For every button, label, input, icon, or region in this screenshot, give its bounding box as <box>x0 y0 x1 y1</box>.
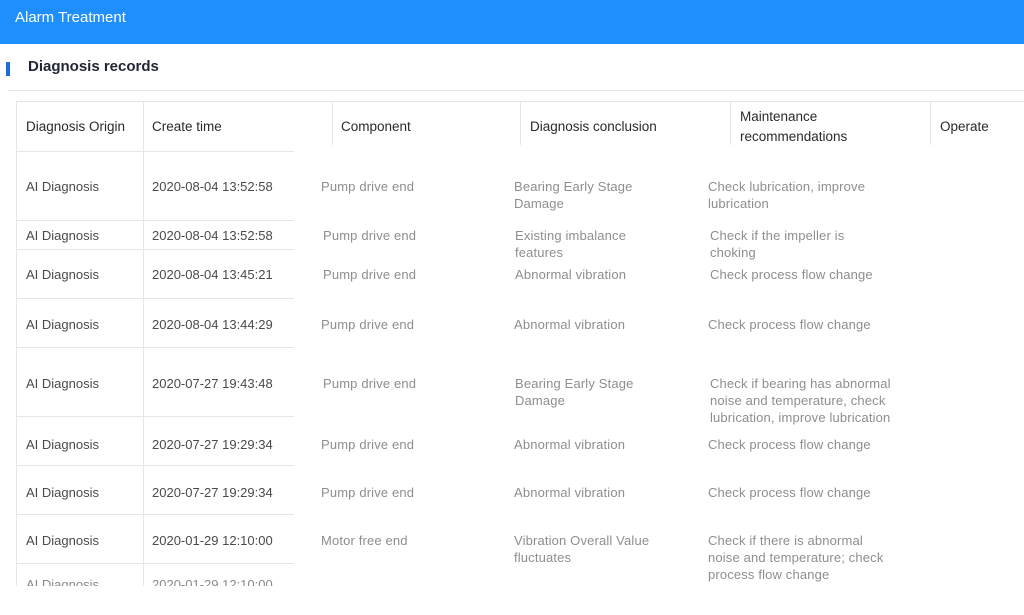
recommendation-cell: Check process flow change <box>708 317 871 332</box>
conclusion-cell: Damage <box>514 196 565 211</box>
component-cell: Pump drive end <box>323 376 417 391</box>
create-time-cell: 2020-07-27 19:29:34 <box>152 437 273 452</box>
create-time-cell: 2020-08-04 13:52:58 <box>152 179 273 194</box>
origin-cell: AI Diagnosis <box>26 267 99 282</box>
recommendation-cell: noise and temperature; check <box>708 550 884 565</box>
component-cell: Pump drive end <box>321 317 415 332</box>
conclusion-cell: Abnormal vibration <box>515 267 627 282</box>
row-divider <box>16 298 294 299</box>
recommendation-cell: lubrication <box>708 196 769 211</box>
recommendation-cell: Check if bearing has abnormal <box>710 376 891 391</box>
create-time-cell: 2020-07-27 19:43:48 <box>152 376 273 391</box>
origin-cell: AI Diagnosis <box>26 376 99 391</box>
component-cell: Pump drive end <box>321 179 415 194</box>
table-row-partial: AI Diagnosis 2020-01-29 12:10:00 <box>18 576 294 586</box>
conclusion-cell: features <box>515 245 564 260</box>
column-divider <box>520 101 521 145</box>
conclusion-cell: Abnormal vibration <box>514 317 626 332</box>
column-divider <box>730 101 731 145</box>
column-divider <box>930 101 931 145</box>
create-time-cell: 2020-08-04 13:44:29 <box>152 317 273 332</box>
conclusion-cell: Existing imbalance <box>515 228 627 243</box>
component-cell: Pump drive end <box>321 437 415 452</box>
title-bar: Alarm Treatment <box>0 0 1024 44</box>
recommendation-cell: choking <box>710 245 756 260</box>
recommendation-cell: process flow change <box>708 567 830 582</box>
component-cell: Pump drive end <box>323 267 417 282</box>
conclusion-cell: fluctuates <box>514 550 572 565</box>
row-divider <box>16 514 294 515</box>
recommendation-cell: Check if the impeller is <box>710 228 845 243</box>
row-divider <box>16 563 294 564</box>
header-create-time: Create time <box>152 119 222 134</box>
conclusion-cell: Vibration Overall Value <box>514 533 650 548</box>
create-time-cell: 2020-07-27 19:29:34 <box>152 485 273 500</box>
recommendation-cell: Check process flow change <box>710 267 873 282</box>
origin-cell: AI Diagnosis <box>26 577 99 586</box>
conclusion-cell: Damage <box>515 393 566 408</box>
row-divider <box>16 347 294 348</box>
recommendation-cell: Check lubrication, improve <box>708 179 866 194</box>
origin-cell: AI Diagnosis <box>26 485 99 500</box>
recommendation-cell: noise and temperature, check <box>710 393 886 408</box>
component-cell: Pump drive end <box>321 485 415 500</box>
row-divider <box>16 249 294 250</box>
conclusion-cell: Bearing Early Stage <box>514 179 633 194</box>
section-title: Diagnosis records <box>28 58 159 75</box>
app-title: Alarm Treatment <box>15 9 126 26</box>
header-component: Component <box>341 119 411 134</box>
origin-cell: AI Diagnosis <box>26 437 99 452</box>
row-divider <box>16 220 294 221</box>
header-diagnosis-origin: Diagnosis Origin <box>26 119 126 134</box>
conclusion-cell: Abnormal vibration <box>514 437 626 452</box>
row-divider <box>16 465 294 466</box>
row-divider <box>16 416 294 417</box>
origin-cell: AI Diagnosis <box>26 228 99 243</box>
section-accent-bar <box>6 62 10 76</box>
header-bottom-border <box>16 151 294 152</box>
origin-cell: AI Diagnosis <box>26 317 99 332</box>
section-divider <box>8 90 1024 91</box>
header-diagnosis-conclusion: Diagnosis conclusion <box>530 119 657 134</box>
create-time-cell: 2020-01-29 12:10:00 <box>152 533 273 548</box>
component-cell: Pump drive end <box>323 228 417 243</box>
origin-cell: AI Diagnosis <box>26 533 99 548</box>
conclusion-cell: Bearing Early Stage <box>515 376 634 391</box>
recommendation-cell: Check process flow change <box>708 485 871 500</box>
recommendation-cell: lubrication, improve lubrication <box>710 410 891 425</box>
header-maintenance-recommendations: Maintenance recommendations <box>740 109 848 144</box>
create-time-cell: 2020-08-04 13:45:21 <box>152 267 273 282</box>
conclusion-cell: Abnormal vibration <box>514 485 626 500</box>
header-operate: Operate <box>940 119 989 134</box>
recommendation-cell: Check if there is abnormal <box>708 533 863 548</box>
create-time-cell: 2020-01-29 12:10:00 <box>152 577 273 586</box>
origin-cell: AI Diagnosis <box>26 179 99 194</box>
create-time-cell: 2020-08-04 13:52:58 <box>152 228 273 243</box>
column-divider <box>332 101 333 145</box>
recommendation-cell: Check process flow change <box>708 437 871 452</box>
component-cell: Motor free end <box>321 533 408 548</box>
